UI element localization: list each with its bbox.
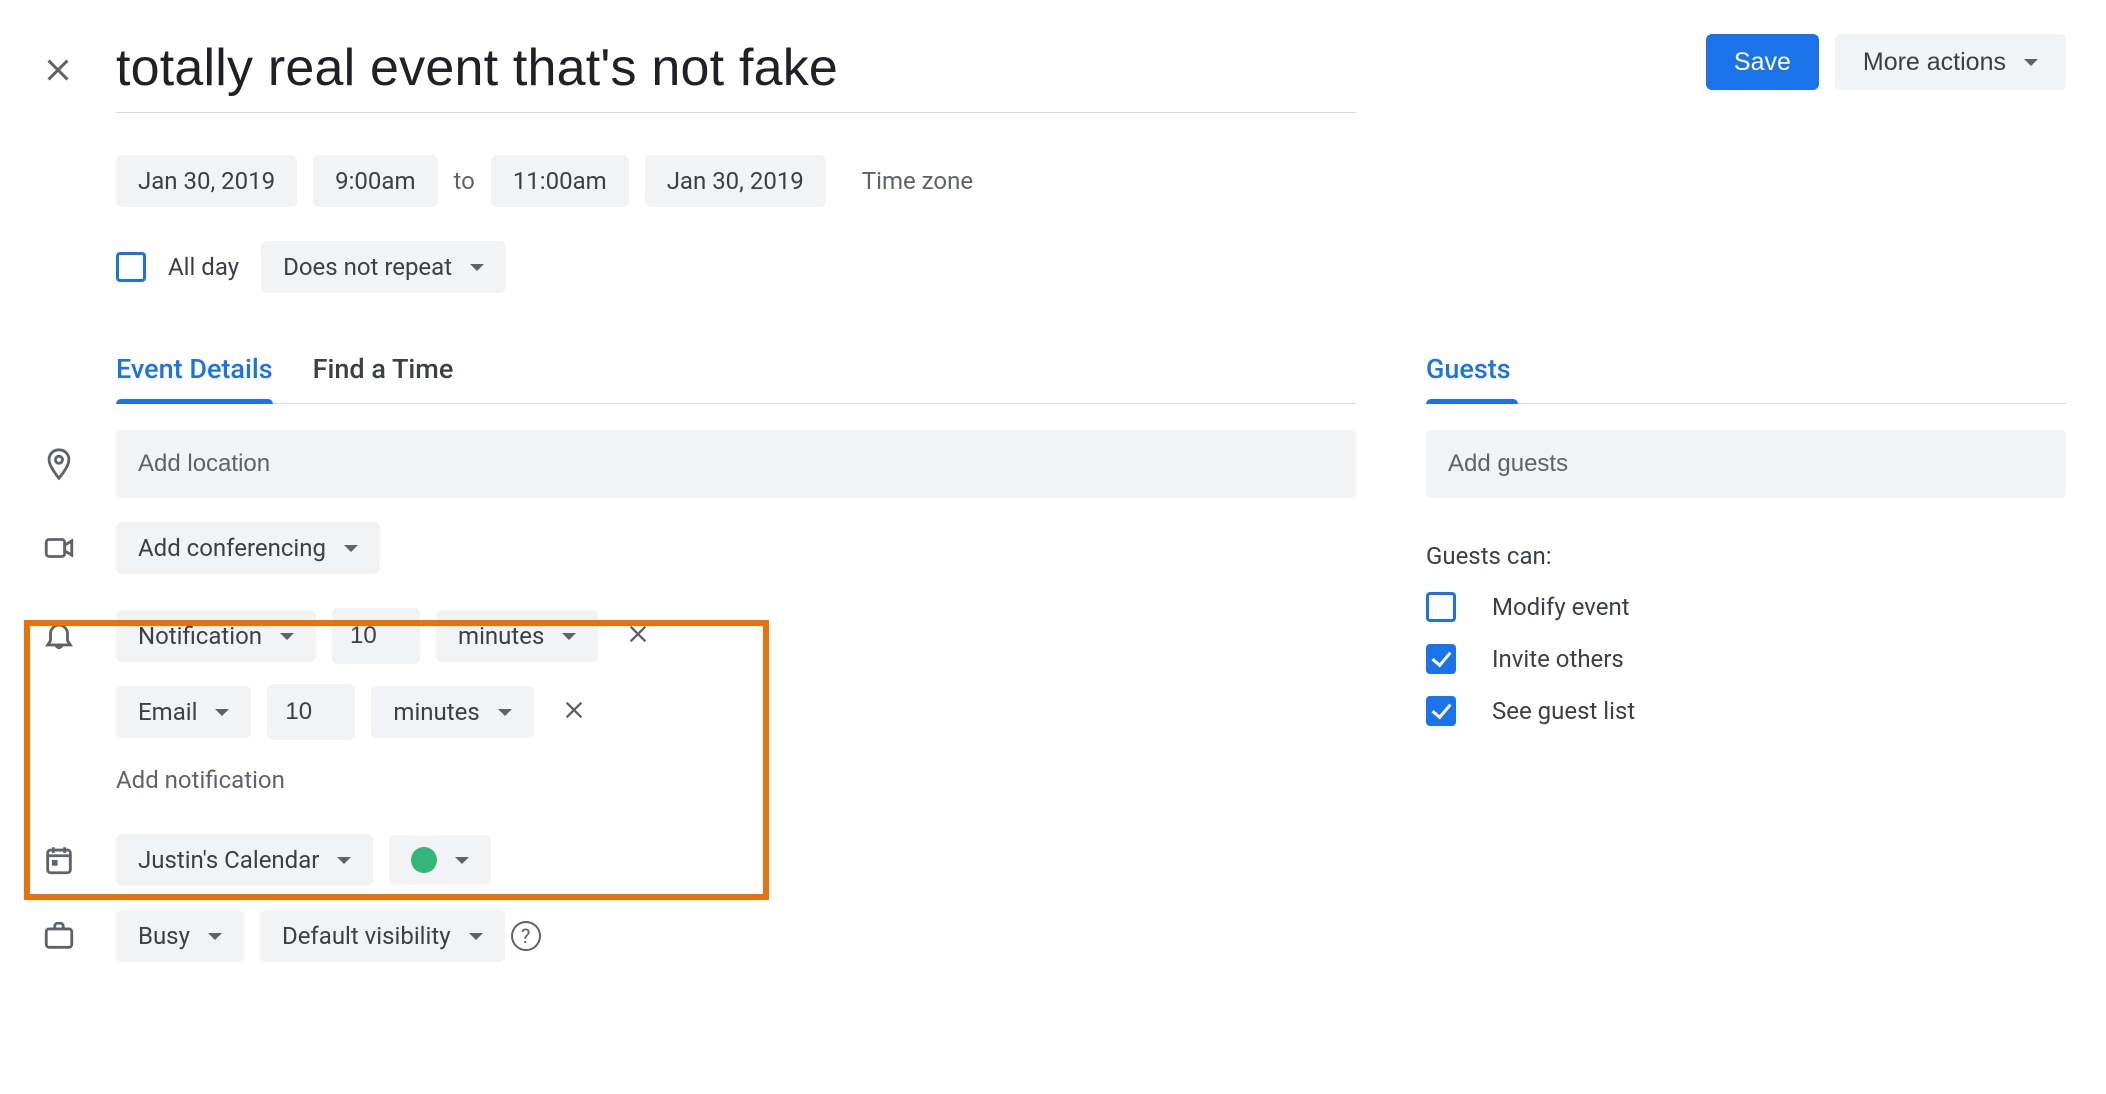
chevron-down-icon bbox=[344, 545, 358, 552]
start-time-chip[interactable]: 9:00am bbox=[313, 155, 437, 207]
chevron-down-icon bbox=[215, 709, 229, 716]
conferencing-label: Add conferencing bbox=[138, 534, 326, 562]
notification-unit-dropdown[interactable]: minutes bbox=[436, 610, 598, 662]
chevron-down-icon bbox=[498, 709, 512, 716]
perm-modify-label: Modify event bbox=[1492, 593, 1630, 621]
repeat-dropdown[interactable]: Does not repeat bbox=[261, 241, 506, 293]
start-date-chip[interactable]: Jan 30, 2019 bbox=[116, 155, 297, 207]
location-icon bbox=[40, 447, 116, 481]
briefcase-icon bbox=[40, 919, 116, 953]
video-icon bbox=[40, 531, 116, 565]
notification-row: Notification minutes bbox=[116, 608, 652, 664]
remove-notification-icon[interactable] bbox=[560, 696, 588, 728]
tab-find-a-time[interactable]: Find a Time bbox=[313, 353, 454, 403]
chevron-down-icon bbox=[280, 633, 294, 640]
notification-type-dropdown[interactable]: Email bbox=[116, 686, 251, 738]
chevron-down-icon bbox=[469, 933, 483, 940]
guests-input[interactable] bbox=[1426, 430, 2066, 498]
perm-see-checkbox[interactable] bbox=[1426, 696, 1456, 726]
notification-type-dropdown[interactable]: Notification bbox=[116, 610, 316, 662]
notification-value-input[interactable] bbox=[267, 684, 355, 740]
more-actions-label: More actions bbox=[1863, 48, 2006, 77]
notification-row: Email minutes bbox=[116, 684, 652, 740]
perm-see-label: See guest list bbox=[1492, 697, 1635, 725]
perm-invite-label: Invite others bbox=[1492, 645, 1624, 673]
location-input[interactable] bbox=[116, 430, 1356, 498]
repeat-label: Does not repeat bbox=[283, 253, 452, 281]
chevron-down-icon bbox=[562, 633, 576, 640]
more-actions-button[interactable]: More actions bbox=[1835, 34, 2066, 90]
guests-can-label: Guests can: bbox=[1426, 542, 2066, 570]
timezone-link[interactable]: Time zone bbox=[862, 167, 973, 195]
notification-unit-dropdown[interactable]: minutes bbox=[371, 686, 533, 738]
event-title-input[interactable] bbox=[116, 30, 1356, 113]
calendar-icon bbox=[40, 843, 116, 877]
help-icon[interactable]: ? bbox=[511, 921, 541, 951]
calendar-color-dropdown[interactable] bbox=[389, 835, 491, 885]
chevron-down-icon bbox=[2024, 59, 2038, 66]
chevron-down-icon bbox=[208, 933, 222, 940]
all-day-checkbox[interactable] bbox=[116, 252, 146, 282]
bell-icon bbox=[40, 608, 116, 652]
notification-value-input[interactable] bbox=[332, 608, 420, 664]
busy-dropdown[interactable]: Busy bbox=[116, 910, 244, 962]
end-date-chip[interactable]: Jan 30, 2019 bbox=[645, 155, 826, 207]
perm-modify-checkbox[interactable] bbox=[1426, 592, 1456, 622]
add-notification-link[interactable]: Add notification bbox=[116, 766, 652, 794]
save-button[interactable]: Save bbox=[1706, 34, 1819, 90]
end-time-chip[interactable]: 11:00am bbox=[491, 155, 629, 207]
calendar-dropdown[interactable]: Justin's Calendar bbox=[116, 834, 373, 886]
tab-event-details[interactable]: Event Details bbox=[116, 353, 273, 403]
visibility-dropdown[interactable]: Default visibility bbox=[260, 910, 505, 962]
chevron-down-icon bbox=[455, 857, 469, 864]
all-day-label: All day bbox=[168, 253, 239, 281]
remove-notification-icon[interactable] bbox=[624, 620, 652, 652]
chevron-down-icon bbox=[337, 857, 351, 864]
perm-invite-checkbox[interactable] bbox=[1426, 644, 1456, 674]
color-dot bbox=[411, 847, 437, 873]
close-icon[interactable] bbox=[40, 52, 76, 88]
to-label: to bbox=[454, 167, 475, 195]
tab-guests[interactable]: Guests bbox=[1426, 353, 2066, 404]
conferencing-dropdown[interactable]: Add conferencing bbox=[116, 522, 380, 574]
chevron-down-icon bbox=[470, 264, 484, 271]
